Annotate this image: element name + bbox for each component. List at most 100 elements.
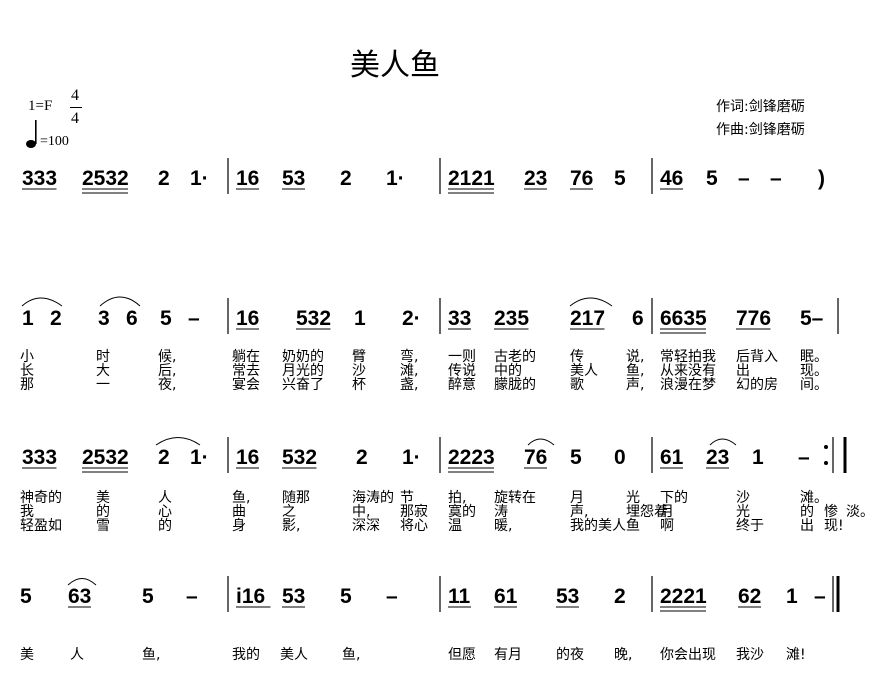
row2-note: 1 [354, 307, 366, 330]
row3-note: 76 [524, 446, 547, 469]
row1-note: 1· [386, 167, 405, 190]
row3-lyric-word: 终于 [736, 518, 764, 534]
row3-note: 333 [22, 446, 57, 469]
row4-note: 2221 [660, 585, 707, 608]
row4-note: 5 [20, 585, 32, 608]
row3-note: 2 [356, 446, 368, 469]
row2-notes: 1 2 3 6 5–16 532 1 2· 33 235 217 6 6635 776 5– [22, 307, 824, 334]
row2-lyric-word: 浪漫在梦 [660, 377, 716, 393]
row4-notes: 5 63 5– i16 53 5–11 61 53 2 2221 62 1– [20, 585, 826, 612]
row1-note: – [738, 167, 750, 190]
row3-note: 0 [614, 446, 626, 469]
row1-note: 53 [282, 167, 305, 190]
row4-lyric-word: 我沙 [736, 647, 764, 663]
row3-lyric-word: 我的美人 [570, 518, 626, 534]
row3-note: 1 [752, 446, 764, 469]
row1-note: ) [818, 167, 825, 190]
row2-lyric-word: 间。 [800, 377, 828, 393]
row2-note: 2 [50, 307, 62, 330]
row3-lyric-word: 雪 [96, 518, 110, 534]
row4-note: 63 [68, 585, 91, 608]
row2-lyric-word: 声, [626, 377, 645, 393]
row2-note: 217 [570, 307, 605, 330]
row2-note: 2· [402, 307, 421, 330]
row1-note: 23 [524, 167, 547, 190]
row1-note: 333 [22, 167, 57, 190]
row1-note: 2532 [82, 167, 129, 190]
row2-slurs [21, 296, 613, 307]
row1-note: 2 [158, 167, 170, 190]
row4-note: 53 [556, 585, 579, 608]
row3-note: 2223 [448, 446, 495, 469]
row4-note: – [386, 585, 398, 608]
row3-lyric-word: 将心 [400, 518, 428, 534]
repeat-dots [824, 445, 828, 465]
row3-lyric-word: 出 [800, 518, 814, 534]
row2-lyric-word: 醉意 [448, 377, 476, 393]
row4-lyric-word: 人 [70, 647, 84, 663]
row3-lyric-word: 鱼 [626, 518, 640, 534]
row3-note: 16 [236, 446, 259, 469]
row2-note: 3 [98, 307, 110, 330]
row2-lyric-word: 一 [96, 377, 110, 393]
row2-lyric-word: 幻的房 [736, 377, 778, 393]
row3-lyric-word: 身 [232, 518, 246, 534]
row3-lyric-word: 现! [824, 518, 844, 534]
row2-note: 235 [494, 307, 529, 330]
row4-note: 62 [738, 585, 761, 608]
row3-slurs [155, 437, 737, 446]
row2-lyric-word: 盏, [400, 377, 419, 393]
row3-lyric-word: 温 [448, 518, 462, 534]
row3-note: 23 [706, 446, 729, 469]
row3-note: 2532 [82, 446, 129, 469]
row4-note: i16 [236, 585, 265, 608]
row2-note: 5– [800, 307, 824, 330]
row2-note: 776 [736, 307, 771, 330]
row3-lyric-word: 深深 [352, 518, 380, 534]
row4-lyric-word: 但愿 [448, 647, 476, 663]
row2-note: 1 [22, 307, 34, 330]
row4-lyric-word: 美人 [280, 647, 308, 663]
row2-note: 16 [236, 307, 259, 330]
row3-lyric-word: 影, [282, 518, 301, 534]
row4-note: 61 [494, 585, 518, 608]
row1-note: 2121 [448, 167, 495, 190]
row2-note: – [188, 307, 200, 330]
row3-note: – [798, 446, 810, 469]
row4-lyric-word: 有月 [494, 647, 522, 663]
row2-note: 532 [296, 307, 331, 330]
row2-note: 5 [160, 307, 172, 330]
row4-note: 11 [448, 585, 471, 608]
row4-lyric-word: 鱼, [142, 647, 161, 663]
row3-note: 532 [282, 446, 317, 469]
row3-note: 1· [190, 446, 209, 469]
row4-lyric-word: 我的 [232, 647, 260, 663]
row3-note: 5 [570, 446, 582, 469]
row3-lyric-word: 淡。 [846, 504, 870, 520]
row2-lyric-word: 夜, [158, 377, 177, 393]
row2-lyric-word: 兴奋了 [282, 377, 324, 393]
row1-note: – [770, 167, 782, 190]
row2-lyric-word: 宴会 [232, 377, 260, 393]
row3-lyric-word: 轻盈如 [20, 518, 62, 534]
row4-note: 1 [786, 585, 798, 608]
row4-note: 5 [340, 585, 352, 608]
row2-lyric-word: 歌 [570, 377, 584, 393]
row1-note: 1· [190, 167, 209, 190]
row3-lyric-word: 啊 [660, 518, 674, 534]
row3-notes: 333 2532 2 1· 16 532 2 1· 2223 76 5 0 61 23 1 – [22, 446, 810, 473]
row1-notes: 333 2532 2 1· 16 53 2 1· 2121 23 76 5 46 5– –) [22, 167, 825, 194]
row4-lyric-word: 你会出现 [660, 647, 716, 663]
row2-note: 6 [126, 307, 138, 330]
row1-note: 46 [660, 167, 683, 190]
row1-note: 76 [570, 167, 593, 190]
row4-note: – [814, 585, 826, 608]
row2-lyric-word: 朦胧的 [494, 377, 536, 393]
row3-note: 1· [402, 446, 421, 469]
row3-lyric-word: 暖, [494, 518, 513, 534]
row4-lyric-word: 滩! [786, 647, 806, 663]
row4-note: 5 [142, 585, 154, 608]
row4-lyric-word: 美 [20, 647, 34, 663]
row4-note: 53 [282, 585, 305, 608]
row1-note: 5 [614, 167, 626, 190]
